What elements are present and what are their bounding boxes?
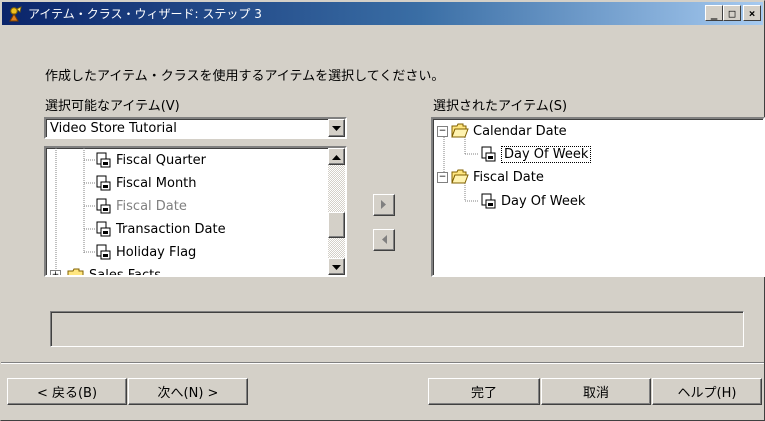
arrow-left-icon: [381, 233, 387, 247]
selected-items-tree[interactable]: − Calendar Date Day Of Week − Fiscal Dat…: [431, 117, 765, 277]
tree-item-label: Holiday Flag: [116, 244, 197, 260]
wizard-window: アイテム・クラス・ウィザード: ステップ 3 _ □ × 作成したアイテム・クラ…: [0, 0, 765, 421]
folder-icon: [67, 267, 85, 275]
item-icon: [94, 175, 112, 191]
next-button[interactable]: 次へ(N) >: [128, 378, 248, 405]
tree-folder-label: Calendar Date: [473, 123, 567, 139]
status-field: [50, 311, 744, 347]
collapse-icon[interactable]: −: [437, 171, 448, 183]
item-icon: [94, 152, 112, 168]
tree-item-label: Fiscal Quarter: [116, 152, 206, 168]
add-item-button[interactable]: [373, 194, 395, 216]
open-folder-icon: [451, 123, 469, 139]
business-area-value: Video Store Tutorial: [50, 121, 177, 136]
scroll-up-button[interactable]: [328, 148, 345, 165]
scroll-thumb[interactable]: [328, 212, 345, 238]
vertical-scrollbar[interactable]: [328, 148, 345, 275]
chevron-down-icon: [332, 260, 341, 274]
tree-folder[interactable]: + Sales Facts: [50, 265, 162, 277]
tree-item-label: Fiscal Date: [116, 198, 187, 214]
window-title: アイテム・クラス・ウィザード: ステップ 3: [28, 7, 262, 21]
selected-items-label: 選択されたアイテム(S): [433, 99, 568, 114]
remove-item-button[interactable]: [373, 229, 395, 251]
item-icon: [94, 244, 112, 260]
divider: [1, 362, 764, 364]
scroll-down-button[interactable]: [328, 258, 345, 275]
open-folder-icon: [451, 169, 469, 185]
cancel-button[interactable]: 取消: [541, 378, 651, 405]
tree-item-label: Day Of Week: [501, 193, 586, 209]
available-items-label: 選択可能なアイテム(V): [45, 99, 180, 114]
tree-item[interactable]: Day Of Week: [479, 144, 592, 164]
expand-icon[interactable]: +: [50, 269, 61, 275]
tree-item-label: Sales Facts: [89, 267, 162, 277]
close-button[interactable]: ×: [743, 5, 761, 21]
tree-folder-label: Fiscal Date: [473, 169, 544, 185]
available-items-tree[interactable]: Fiscal Quarter Fiscal Month Fiscal Date …: [44, 146, 347, 277]
tree-folder[interactable]: − Calendar Date: [437, 121, 567, 141]
chevron-down-icon: [332, 121, 341, 135]
tree-item[interactable]: Fiscal Month: [94, 173, 197, 193]
tree-item-label: Fiscal Month: [116, 175, 197, 191]
collapse-icon[interactable]: −: [437, 125, 448, 137]
title-bar[interactable]: アイテム・クラス・ウィザード: ステップ 3 _ □ ×: [2, 2, 763, 25]
arrow-right-icon: [381, 198, 387, 212]
tree-item[interactable]: Fiscal Date: [94, 196, 187, 216]
item-icon: [479, 146, 497, 162]
finish-button[interactable]: 完了: [428, 378, 540, 405]
tree-item[interactable]: Fiscal Quarter: [94, 150, 206, 170]
tree-item[interactable]: Day Of Week: [479, 191, 585, 211]
tree-folder[interactable]: − Fiscal Date: [437, 167, 544, 187]
chevron-up-icon: [332, 150, 341, 164]
instruction-text: 作成したアイテム・クラスを使用するアイテムを選択してください。: [45, 69, 445, 84]
minimize-button[interactable]: _: [705, 5, 723, 21]
tree-item-label: Transaction Date: [116, 221, 226, 237]
dropdown-button[interactable]: [328, 119, 345, 137]
back-button[interactable]: < 戻る(B): [7, 378, 127, 405]
tree-item[interactable]: Transaction Date: [94, 219, 226, 239]
item-icon: [94, 221, 112, 237]
wizard-icon: [8, 5, 24, 22]
business-area-dropdown[interactable]: Video Store Tutorial: [44, 117, 347, 139]
tree-item[interactable]: Holiday Flag: [94, 242, 196, 262]
item-icon: [479, 193, 497, 209]
help-button[interactable]: ヘルプ(H): [652, 378, 762, 405]
tree-item-label: Day Of Week: [501, 145, 592, 163]
item-icon: [94, 198, 112, 214]
maximize-button[interactable]: □: [723, 5, 741, 21]
